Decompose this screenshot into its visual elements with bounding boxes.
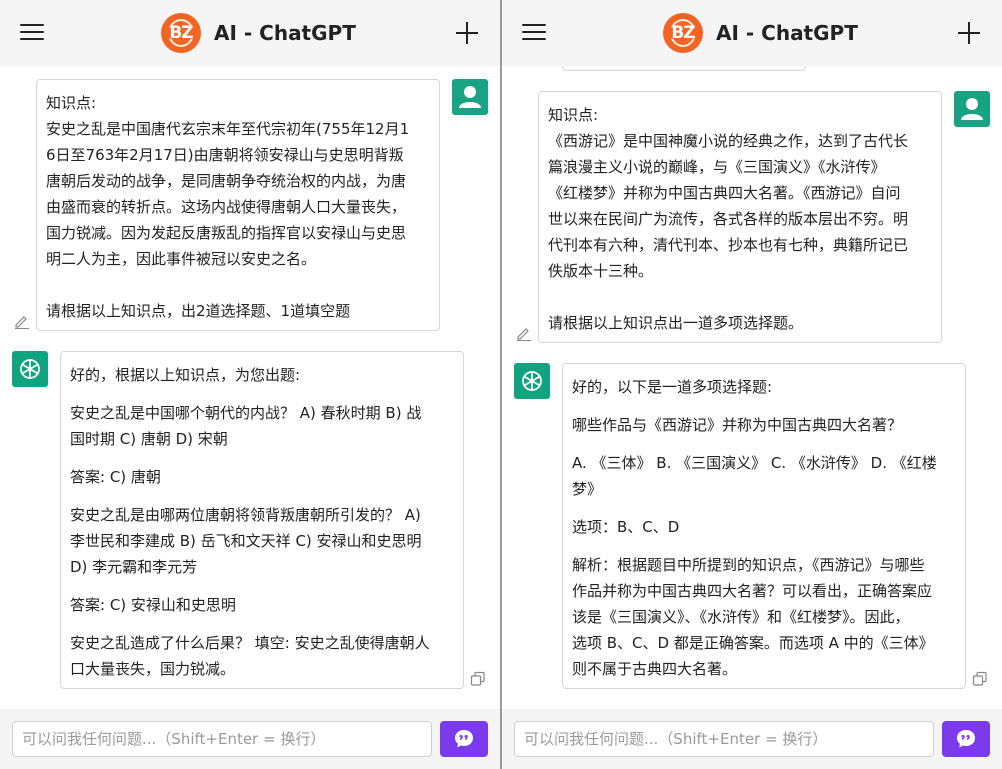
openai-logo-icon — [514, 363, 550, 399]
copy-icon[interactable] — [470, 671, 486, 687]
assistant-message-text: 好的，以下是一道多项选择题: 哪些作品与《西游记》并称为中国古典四大名著？ A. 《… — [572, 374, 956, 682]
message-line — [46, 272, 430, 298]
message-line: 明二人为主，因此事件被冠以安史之名。 — [46, 250, 317, 268]
message-paragraph: 安史之乱是由哪两位唐朝将领背叛唐朝所引发的？ A) 李世民和李建成 B) 岳飞和文… — [70, 502, 454, 580]
chat-input[interactable] — [514, 721, 934, 757]
new-chat-plus-icon[interactable] — [456, 22, 478, 44]
message-line: 请根据以上知识点出一道多项选择题。 — [548, 314, 804, 332]
header: BZ AI - ChatGPT — [502, 0, 1002, 66]
bz-logo: BZ — [663, 13, 703, 53]
message-line: 《西游记》是中国神魔小说的经典之作，达到了古代长 — [548, 132, 909, 150]
bz-logo: BZ — [161, 13, 201, 53]
message-paragraph: 解析：根据题目中所提到的知识点，《西游记》与哪些 作品并称为中国古典四大名著？可以… — [572, 552, 956, 682]
message-line: 篇浪漫主义小说的巅峰，与《三国演义》《水浒传》 — [548, 158, 886, 176]
user-avatar-icon — [954, 91, 990, 127]
input-bar — [502, 709, 1002, 769]
chat-input[interactable] — [12, 721, 432, 757]
app-title: AI - ChatGPT — [716, 21, 858, 45]
message-paragraph: 哪些作品与《西游记》并称为中国古典四大名著？ — [572, 412, 956, 438]
app: BZ AI - ChatGPT 知识点: 安史之乱是中国唐代玄宗末年至代宗初年(7… — [0, 0, 1002, 769]
message-line: 国时期 C) 唐朝 D) 宋朝 — [70, 430, 228, 448]
message-line: 李世民和李建成 B) 岳飞和文天祥 C) 安禄山和史思明 — [70, 532, 422, 550]
message-line: 由盛而衰的转折点。这场内战使得唐朝人口大量丧失， — [46, 198, 407, 216]
message-line: D) 李元霸和李元芳 — [70, 558, 198, 576]
send-button[interactable] — [942, 721, 990, 757]
message-line: 安史之乱是中国唐代玄宗末年至代宗初年(755年12月1 — [46, 120, 410, 138]
message-line: 答案: C) 安禄山和史思明 — [70, 596, 236, 614]
message-line: 知识点: — [548, 106, 599, 124]
app-title: AI - ChatGPT — [214, 21, 356, 45]
message-line: 好的，根据以上知识点，为您出题: — [70, 366, 301, 384]
message-line: 安史之乱是中国哪个朝代的内战？ A) 春秋时期 B) 战 — [70, 404, 422, 422]
message-line: 安史之乱造成了什么后果？ 填空: 安史之乱使得唐朝人 — [70, 634, 430, 652]
assistant-message-text: 好的，根据以上知识点，为您出题: 安史之乱是中国哪个朝代的内战？ A) 春秋时期 … — [70, 362, 454, 682]
message-paragraph: 答案: C) 唐朝 — [70, 464, 454, 490]
previous-message-stub — [562, 66, 806, 71]
header: BZ AI - ChatGPT — [0, 0, 500, 66]
openai-logo-icon — [12, 351, 48, 387]
message-line: A. 《三体》 B. 《三国演义》 C. 《水浒传》 D. 《红楼 — [572, 454, 937, 472]
message-line: 佚版本十三种。 — [548, 262, 654, 280]
menu-icon[interactable] — [20, 22, 44, 42]
message-line: 选项 B、C、D 都是正确答案。而选项 A 中的《三体》 — [572, 634, 934, 652]
message-line — [548, 284, 932, 310]
chat-bubble-icon — [957, 730, 975, 748]
message-line: 请根据以上知识点，出2道选择题、1道填空题 — [46, 302, 351, 320]
message-paragraph: 好的，根据以上知识点，为您出题: — [70, 362, 454, 388]
chat-pane-right: BZ AI - ChatGPT 知识点: 《西游记》是中国神魔小说的经典之作，达到… — [502, 0, 1002, 769]
message-line: 则不属于古典四大名著。 — [572, 660, 738, 678]
chat-pane-left: BZ AI - ChatGPT 知识点: 安史之乱是中国唐代玄宗末年至代宗初年(7… — [0, 0, 500, 769]
pencil-edit-icon[interactable] — [516, 325, 532, 341]
input-bar — [0, 709, 500, 769]
user-message-text: 知识点: 安史之乱是中国唐代玄宗末年至代宗初年(755年12月1 6日至763年2月… — [46, 90, 430, 324]
message-line: 安史之乱是由哪两位唐朝将领背叛唐朝所引发的？ A) — [70, 506, 421, 524]
message-paragraph: A. 《三体》 B. 《三国演义》 C. 《水浒传》 D. 《红楼 梦》 — [572, 450, 956, 502]
message-line: 知识点: — [46, 94, 97, 112]
message-paragraph: 好的，以下是一道多项选择题: — [572, 374, 956, 400]
copy-icon[interactable] — [972, 671, 988, 687]
message-line: 6日至763年2月17日)由唐朝将领安禄山与史思明背叛 — [46, 146, 404, 164]
user-message: 知识点: 《西游记》是中国神魔小说的经典之作，达到了古代长 篇浪漫主义小说的巅峰，与… — [538, 91, 942, 343]
message-paragraph: 答案: C) 安禄山和史思明 — [70, 592, 454, 618]
message-line: 哪些作品与《西游记》并称为中国古典四大名著？ — [572, 416, 903, 434]
user-avatar-icon — [452, 79, 488, 115]
chat-bubble-icon — [455, 730, 473, 748]
user-message-text: 知识点: 《西游记》是中国神魔小说的经典之作，达到了古代长 篇浪漫主义小说的巅峰，与… — [548, 102, 932, 336]
message-line: 国力锐减。因为发起反唐叛乱的指挥官以安禄山与史思 — [46, 224, 407, 242]
message-line: 代刊本有六种，清代刊本、抄本也有七种，典籍所记已 — [548, 236, 909, 254]
message-line: 唐朝后发动的战争，是同唐朝争夺统治权的内战，为唐 — [46, 172, 407, 190]
pencil-edit-icon[interactable] — [14, 313, 30, 329]
message-line: 解析：根据题目中所提到的知识点，《西游记》与哪些 — [572, 556, 925, 574]
message-line: 口大量丧失，国力锐减。 — [70, 660, 236, 678]
message-paragraph: 安史之乱造成了什么后果？ 填空: 安史之乱使得唐朝人 口大量丧失，国力锐减。 — [70, 630, 454, 682]
message-line: 作品并称为中国古典四大名著？可以看出，正确答案应 — [572, 582, 933, 600]
assistant-message: 好的，根据以上知识点，为您出题: 安史之乱是中国哪个朝代的内战？ A) 春秋时期 … — [60, 351, 464, 689]
message-paragraph: 选项：B、C、D — [572, 514, 956, 540]
message-line: 梦》 — [572, 480, 603, 498]
user-message: 知识点: 安史之乱是中国唐代玄宗末年至代宗初年(755年12月1 6日至763年2月… — [36, 79, 440, 331]
message-paragraph: 安史之乱是中国哪个朝代的内战？ A) 春秋时期 B) 战国时期 C) 唐朝 D)… — [70, 400, 454, 452]
new-chat-plus-icon[interactable] — [958, 22, 980, 44]
send-button[interactable] — [440, 721, 488, 757]
message-line: 世以来在民间广为流传，各式各样的版本层出不穷。明 — [548, 210, 909, 228]
message-line: 选项：B、C、D — [572, 518, 680, 536]
message-line: 好的，以下是一道多项选择题: — [572, 378, 773, 396]
message-line: 答案: C) 唐朝 — [70, 468, 161, 486]
assistant-message: 好的，以下是一道多项选择题: 哪些作品与《西游记》并称为中国古典四大名著？ A. 《… — [562, 363, 966, 689]
menu-icon[interactable] — [522, 22, 546, 42]
message-line: 该是《三国演义》、《水浒传》和《红楼梦》。因此， — [572, 608, 910, 626]
message-line: 《红楼梦》并称为中国古典四大名著。《西游记》自问 — [548, 184, 901, 202]
